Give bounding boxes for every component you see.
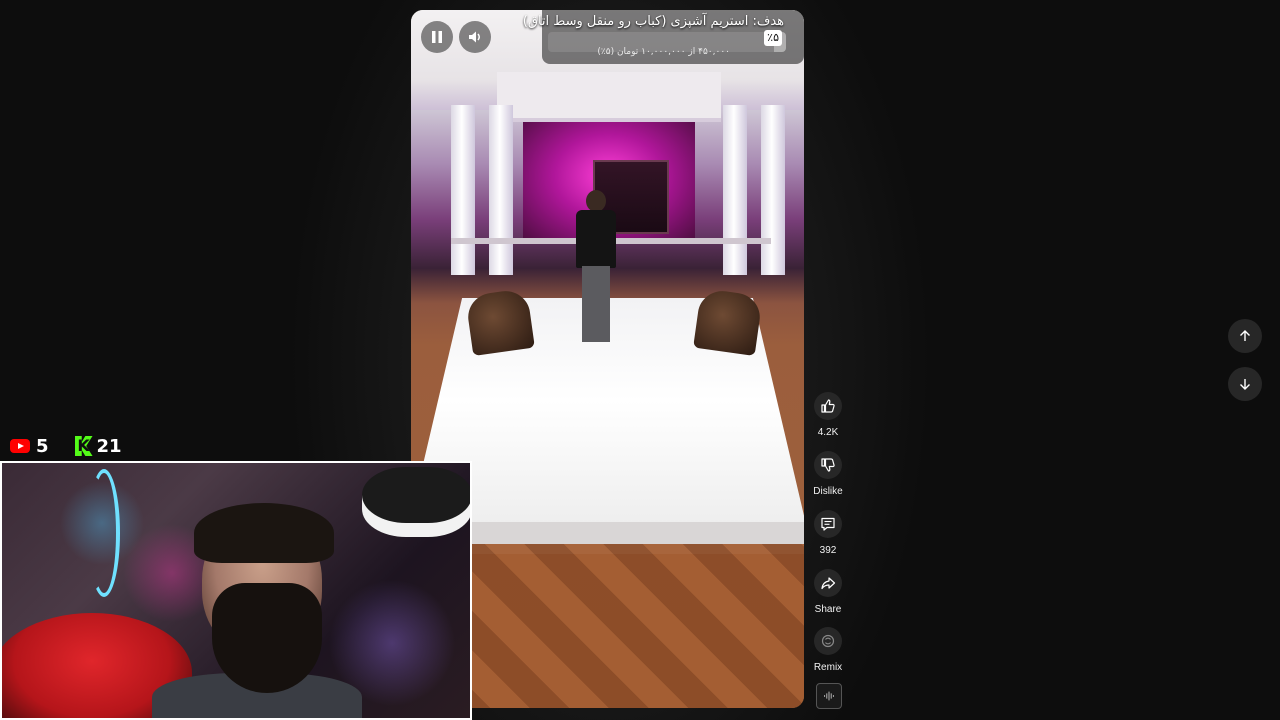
webcam-neon-light [88,469,120,597]
comments-button-circle [814,510,842,538]
donation-goal-title: هدف: استریم آشپزی (کباب رو منقل وسط اتاق… [522,14,784,29]
volume-icon [469,31,480,43]
share-label: Share [814,604,842,615]
youtube-icon [10,439,30,453]
video-arch [497,72,721,122]
pause-icon [432,31,442,43]
dislike-label: Dislike [813,486,843,497]
dislike-button-circle [814,451,842,479]
original-sound-button[interactable] [816,683,842,709]
thumbs-up-icon [821,399,835,413]
dislike-button[interactable]: Dislike [806,451,850,497]
pause-button[interactable] [421,21,453,53]
share-button[interactable]: Share [806,569,850,615]
youtube-viewer-count: 5 [36,435,49,457]
video-person [574,190,618,342]
volume-button[interactable] [459,21,491,53]
arrow-up-icon [1240,330,1250,341]
video-stage-edge [471,522,804,544]
remix-icon [821,634,835,648]
donation-goal-amount: ۴۵۰,۰۰۰ از ۱۰,۰۰۰,۰۰۰ تومان (۵٪) [597,47,730,57]
streamer-webcam [0,461,472,720]
thumbs-down-icon [821,458,835,472]
remix-button[interactable]: Remix [806,627,850,673]
sound-waveform-icon [824,691,834,701]
webcam-streamer-beard [212,583,322,693]
donation-goal-percent: ٪۵ [764,30,782,46]
share-button-circle [814,569,842,597]
video-pillar [761,105,785,275]
next-video-button[interactable] [1228,367,1262,401]
webcam-streamer-hair [194,503,334,563]
video-pillar [489,105,513,275]
arrow-down-icon [1240,379,1250,390]
kick-viewer-count: 21 [96,435,122,457]
remix-label: Remix [813,662,843,673]
viewer-counts: 5 K 21 [10,434,122,458]
comments-button[interactable]: 392 [806,510,850,556]
webcam-plush-toy [362,467,470,537]
kick-icon: K [74,436,93,456]
remix-button-circle [814,627,842,655]
previous-video-button[interactable] [1228,319,1262,353]
like-button[interactable]: 4.2K [806,392,850,438]
like-count: 4.2K [817,427,839,438]
like-button-circle [814,392,842,420]
comment-count: 392 [819,545,837,556]
video-pillar [451,105,475,275]
comment-icon [821,517,835,531]
share-icon [821,577,836,590]
video-pillar [723,105,747,275]
